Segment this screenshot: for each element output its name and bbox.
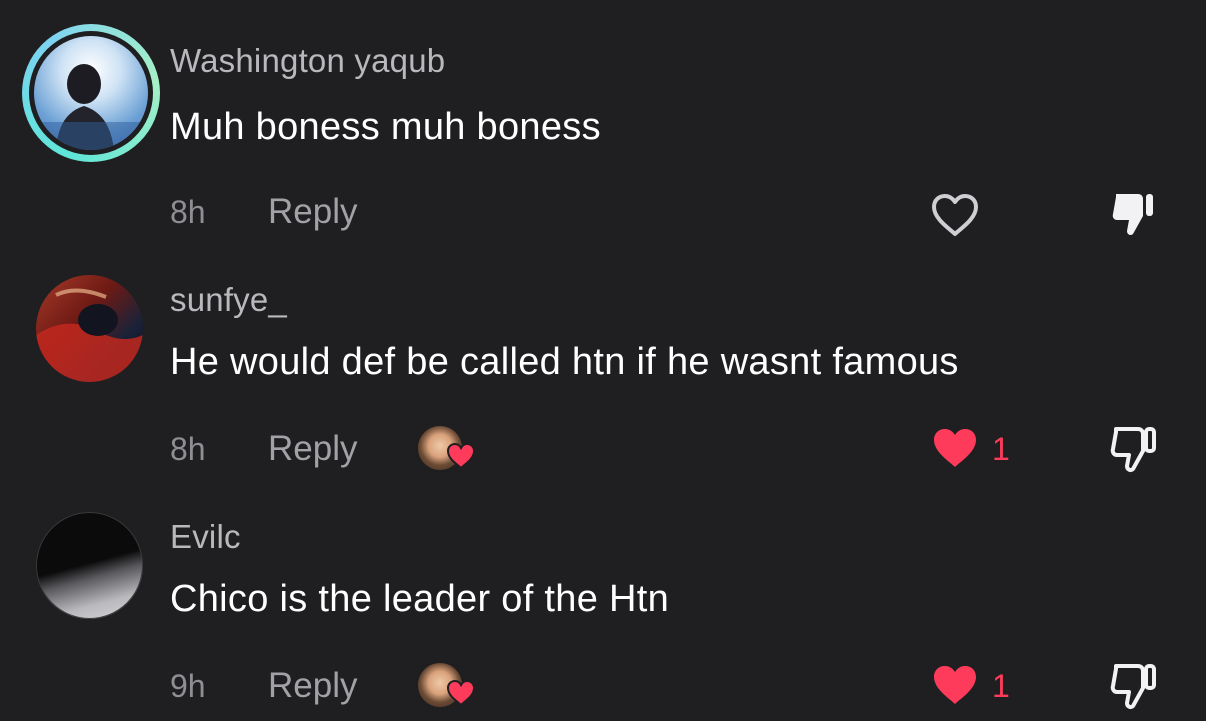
comment-username[interactable]: Washington yaqub	[170, 42, 445, 80]
comment-username[interactable]: Evilc	[170, 518, 241, 556]
thumbs-down-outline-icon	[1110, 664, 1156, 709]
comment-item: sunfye_ He would def be called htn if he…	[0, 237, 1206, 474]
comment-timestamp: 8h	[170, 431, 206, 467]
heart-icon	[446, 442, 476, 470]
heart-filled-icon	[934, 429, 976, 467]
like-count: 1	[992, 431, 1010, 467]
comment-text: He would def be called htn if he wasnt f…	[170, 341, 959, 383]
avatar[interactable]	[22, 24, 160, 162]
avatar-figure-icon	[34, 64, 148, 150]
thumbs-down-outline-icon	[1110, 427, 1156, 472]
reply-button[interactable]: Reply	[268, 429, 357, 469]
reply-button[interactable]: Reply	[268, 192, 357, 232]
heart-icon	[446, 679, 476, 707]
like-button[interactable]	[928, 662, 982, 708]
comment-timestamp: 8h	[170, 194, 206, 230]
comment-username[interactable]: sunfye_	[170, 281, 287, 319]
heart-outline-icon	[932, 194, 978, 236]
comment-text: Chico is the leader of the Htn	[170, 578, 670, 620]
like-button[interactable]	[928, 192, 982, 238]
thumbs-down-filled-icon	[1112, 194, 1153, 235]
comment-timestamp: 9h	[170, 668, 206, 704]
heart-filled-icon	[934, 666, 976, 704]
like-button[interactable]	[928, 425, 982, 471]
reply-button[interactable]: Reply	[268, 666, 357, 706]
creator-liked-badge	[416, 661, 478, 711]
creator-liked-badge	[416, 424, 478, 474]
dislike-button[interactable]	[1108, 662, 1160, 710]
avatar[interactable]	[36, 275, 143, 382]
avatar-figure-icon	[36, 288, 143, 382]
dislike-button[interactable]	[1108, 190, 1160, 238]
comment-text: Muh boness muh boness	[170, 106, 601, 148]
avatar[interactable]	[36, 512, 143, 619]
dislike-button[interactable]	[1108, 425, 1160, 473]
comment-item: Evilc Chico is the leader of the Htn 9h …	[0, 474, 1206, 711]
comment-item: Washington yaqub Muh boness muh boness 8…	[0, 0, 1206, 237]
avatar-photo	[34, 36, 148, 150]
like-count: 1	[992, 668, 1010, 704]
